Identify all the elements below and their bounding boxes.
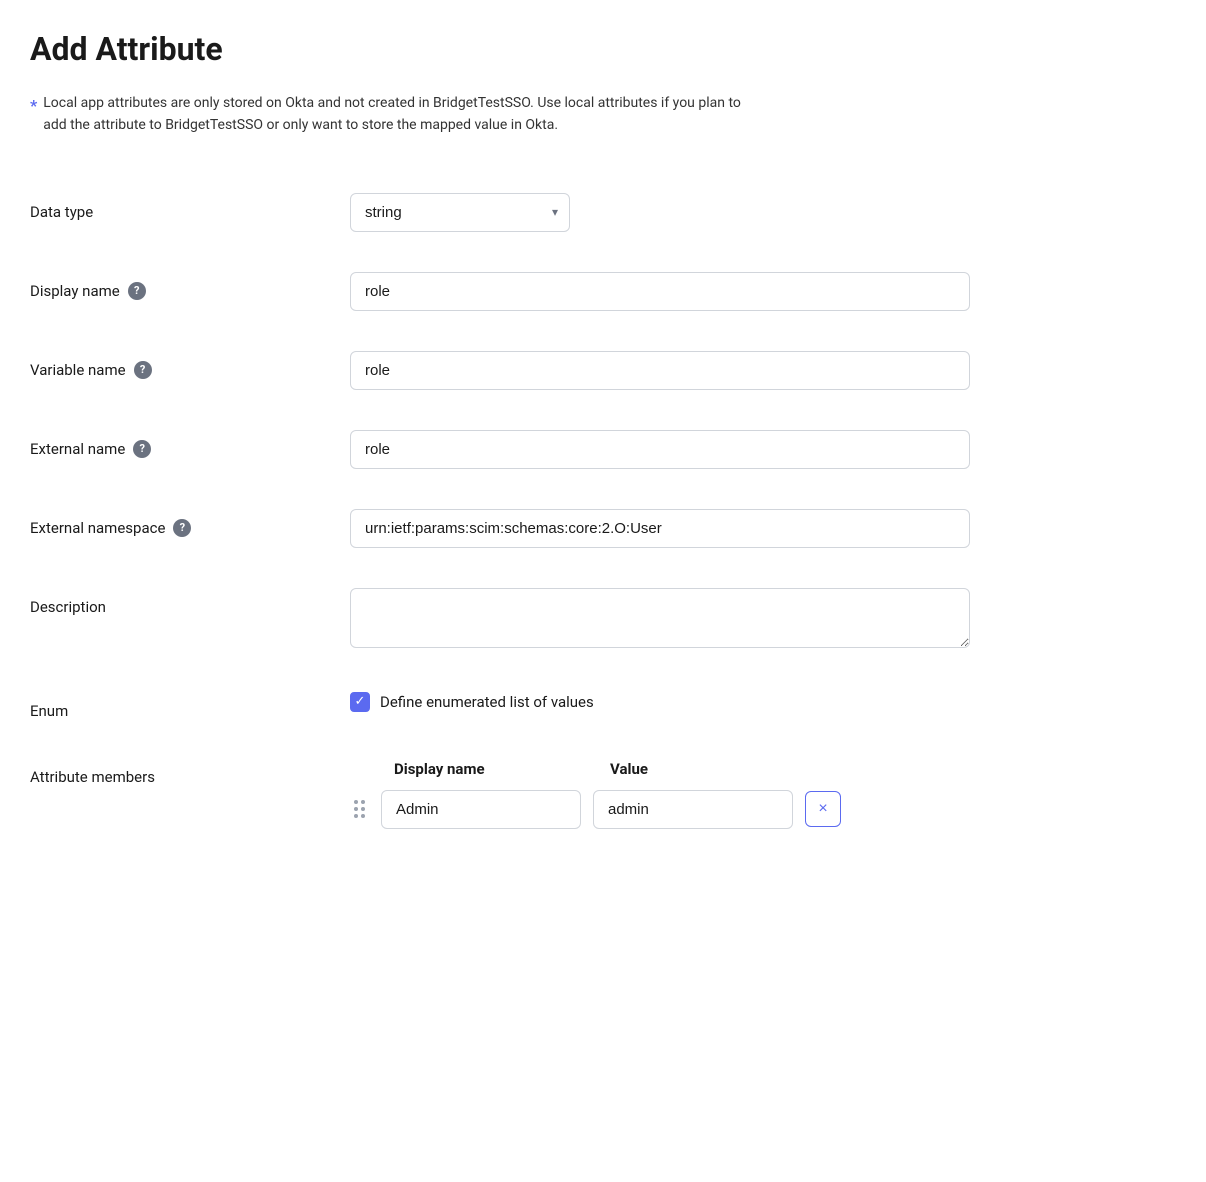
- info-notice: * Local app attributes are only stored o…: [30, 92, 750, 137]
- variable-name-input[interactable]: [350, 351, 970, 390]
- description-row: Description: [30, 568, 1176, 672]
- notice-asterisk: *: [30, 93, 37, 119]
- attribute-member-row: ×: [350, 790, 970, 829]
- close-icon: ×: [818, 800, 827, 818]
- checkmark-icon: ✓: [355, 695, 366, 708]
- attribute-members-row: Attribute members Display name Value: [30, 740, 1176, 849]
- attribute-members-label: Attribute members: [30, 760, 310, 786]
- external-namespace-row: External namespace ?: [30, 489, 1176, 568]
- col-header-value: Value: [610, 760, 810, 778]
- variable-name-row: Variable name ?: [30, 331, 1176, 410]
- enum-checkbox-icon: ✓: [350, 692, 370, 712]
- enum-checkbox-label: Define enumerated list of values: [380, 693, 594, 711]
- attribute-members-content: Display name Value ×: [350, 760, 970, 829]
- description-label: Description: [30, 588, 310, 616]
- external-name-row: External name ?: [30, 410, 1176, 489]
- add-attribute-form: Data type string integer number boolean …: [30, 173, 1176, 849]
- data-type-select[interactable]: string integer number boolean array: [350, 193, 570, 232]
- remove-member-button[interactable]: ×: [805, 791, 841, 827]
- variable-name-label: Variable name ?: [30, 351, 310, 379]
- variable-name-help-icon[interactable]: ?: [134, 361, 152, 379]
- display-name-row: Display name ?: [30, 252, 1176, 331]
- data-type-control: string integer number boolean array ▾: [350, 193, 970, 232]
- external-namespace-control: [350, 509, 970, 548]
- external-namespace-input[interactable]: [350, 509, 970, 548]
- attribute-members-header: Display name Value: [350, 760, 970, 778]
- enum-checkbox-row: ✓ Define enumerated list of values: [350, 692, 970, 712]
- display-name-label: Display name ?: [30, 272, 310, 300]
- attribute-members-control: Display name Value ×: [350, 760, 970, 829]
- enum-checkbox-wrapper[interactable]: ✓ Define enumerated list of values: [350, 692, 594, 712]
- enum-row: Enum ✓ Define enumerated list of values: [30, 672, 1176, 740]
- data-type-label: Data type: [30, 193, 310, 221]
- external-name-label: External name ?: [30, 430, 310, 458]
- display-name-input[interactable]: [350, 272, 970, 311]
- enum-control: ✓ Define enumerated list of values: [350, 692, 970, 712]
- data-type-row: Data type string integer number boolean …: [30, 173, 1176, 252]
- member-value-input[interactable]: [593, 790, 793, 829]
- data-type-select-wrapper: string integer number boolean array ▾: [350, 193, 570, 232]
- external-namespace-help-icon[interactable]: ?: [173, 519, 191, 537]
- external-name-input[interactable]: [350, 430, 970, 469]
- display-name-control: [350, 272, 970, 311]
- col-header-display: Display name: [394, 760, 594, 778]
- variable-name-control: [350, 351, 970, 390]
- description-input[interactable]: [350, 588, 970, 648]
- description-control: [350, 588, 970, 652]
- display-name-help-icon[interactable]: ?: [128, 282, 146, 300]
- external-name-control: [350, 430, 970, 469]
- external-name-help-icon[interactable]: ?: [133, 440, 151, 458]
- page-title: Add Attribute: [30, 30, 1176, 68]
- external-namespace-label: External namespace ?: [30, 509, 310, 537]
- member-display-input[interactable]: [381, 790, 581, 829]
- notice-text: Local app attributes are only stored on …: [43, 92, 750, 137]
- drag-handle-icon[interactable]: [350, 798, 369, 820]
- enum-label: Enum: [30, 692, 310, 720]
